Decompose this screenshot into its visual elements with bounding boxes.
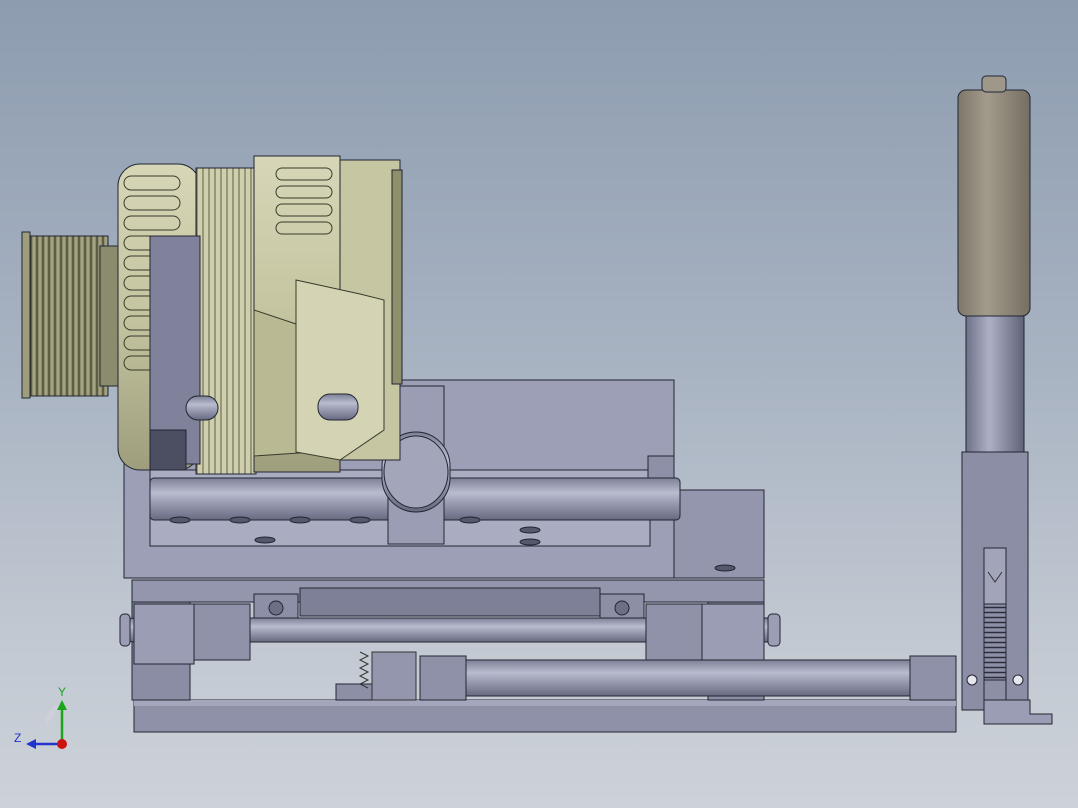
assembly-model[interactable]	[0, 0, 1078, 808]
pulley[interactable]	[21, 231, 123, 399]
cad-graphics-viewport[interactable]: Y Z	[0, 0, 1078, 808]
slide-rail[interactable]	[335, 655, 957, 701]
z-axis-label: Z	[14, 731, 21, 745]
z-axis-arrow-icon	[26, 739, 36, 749]
y-axis-label: Y	[58, 685, 66, 699]
coordinate-triad: Y Z	[12, 682, 82, 752]
alternator[interactable]	[117, 155, 403, 475]
x-axis-origin-icon	[57, 739, 67, 749]
